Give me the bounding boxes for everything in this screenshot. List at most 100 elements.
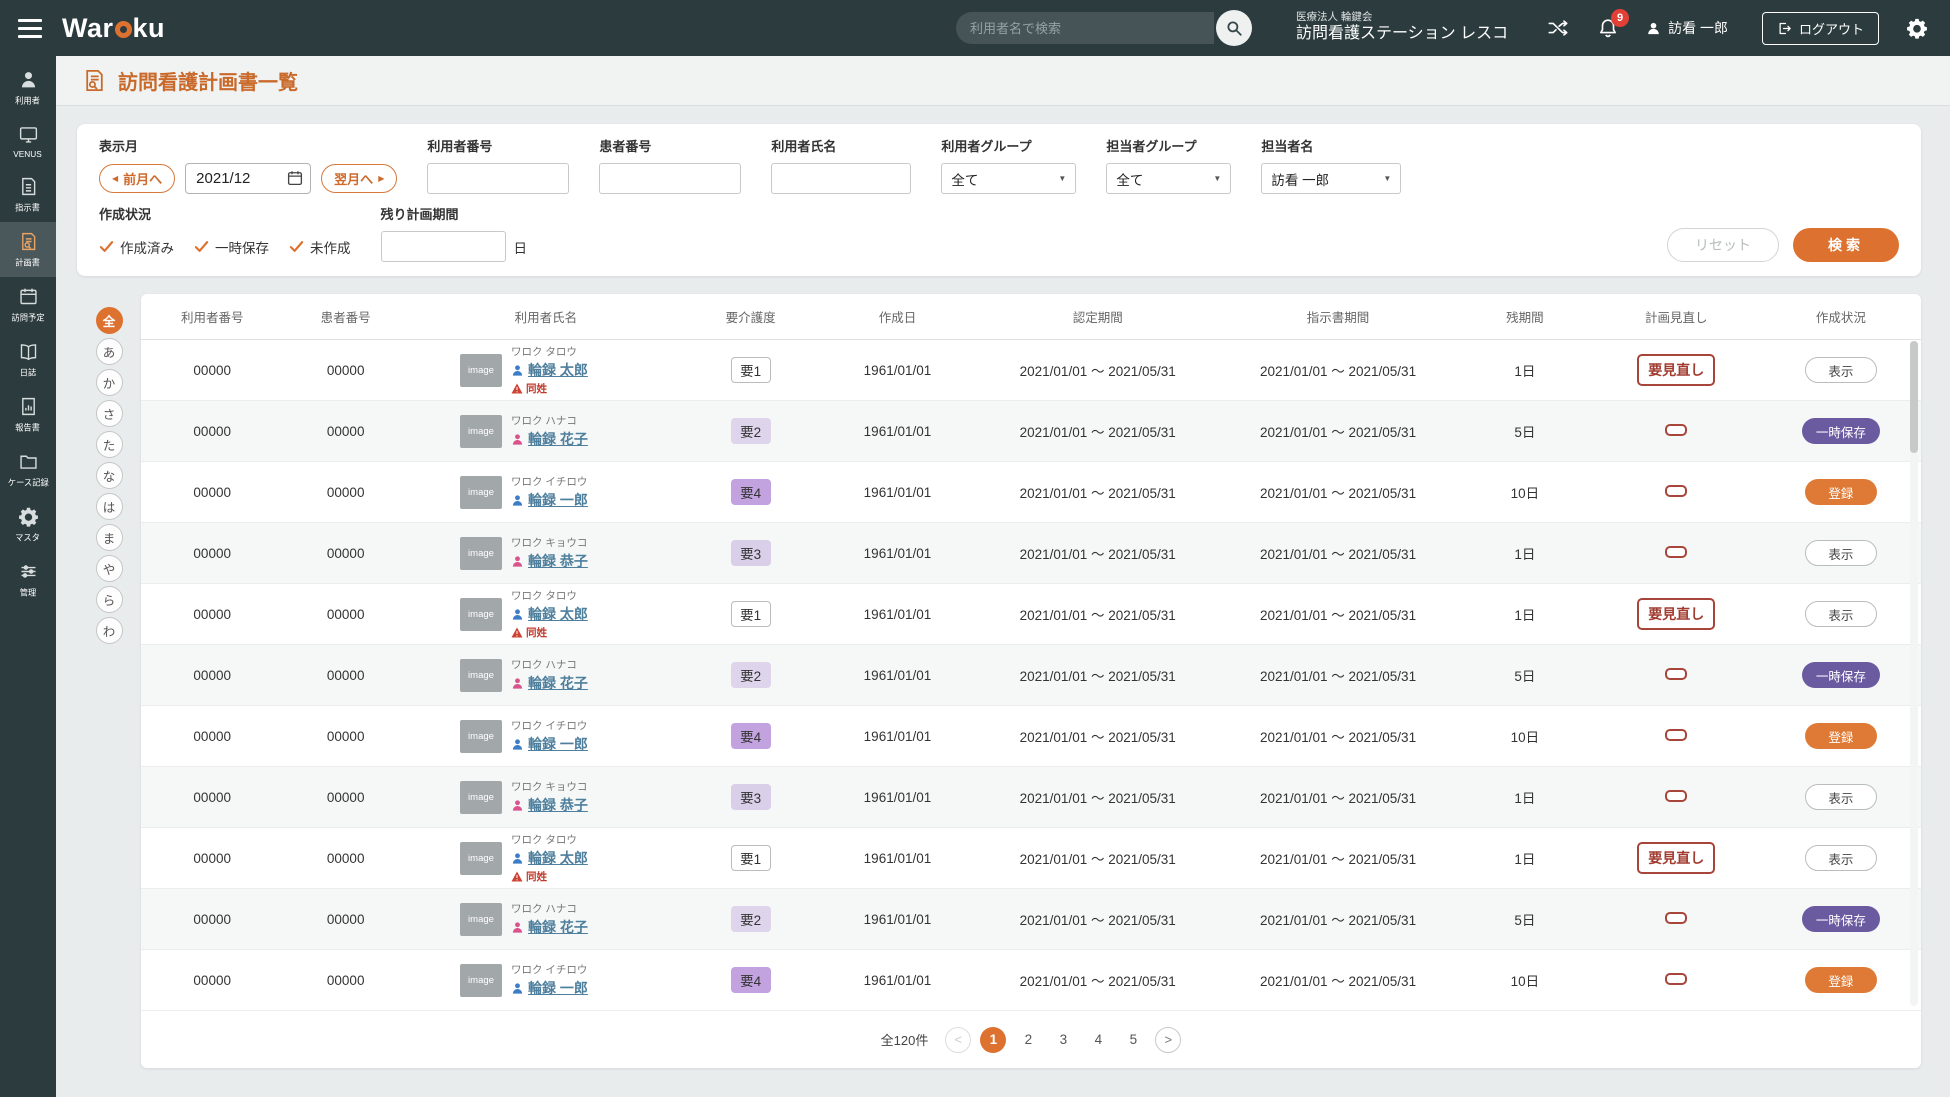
shuffle-icon: [1546, 17, 1570, 39]
status-button[interactable]: 登録: [1805, 967, 1877, 993]
filter-search-button[interactable]: 検索: [1793, 228, 1899, 262]
current-user[interactable]: 訪看 一郎: [1646, 18, 1728, 38]
user-name-link[interactable]: 輪録 一郎: [528, 978, 588, 998]
sidebar-item-journal[interactable]: 日誌: [0, 332, 56, 387]
status-filter-draft-checkbox[interactable]: 一時保存: [194, 237, 269, 257]
pagination-page-5[interactable]: 5: [1120, 1027, 1146, 1053]
pagination-next-button[interactable]: >: [1155, 1027, 1181, 1053]
same-name-warning: 同姓: [511, 381, 588, 396]
sidebar-item-visit-schedule[interactable]: 訪問予定: [0, 277, 56, 332]
status-button[interactable]: 登録: [1805, 479, 1877, 505]
reset-button[interactable]: リセット: [1667, 228, 1779, 262]
kana-filter-button[interactable]: わ: [96, 617, 123, 644]
remaining-days-cell: 10日: [1458, 726, 1592, 746]
care-level-cell: 要1: [684, 845, 818, 871]
gender-icon: [511, 364, 524, 377]
pagination-page-1[interactable]: 1: [980, 1027, 1006, 1053]
status-button[interactable]: 表示: [1805, 540, 1877, 566]
user-name-link[interactable]: 輪録 太郎: [528, 360, 588, 380]
user-name-link[interactable]: 輪録 一郎: [528, 734, 588, 754]
plan-review-cell: [1592, 790, 1761, 805]
status-filter-not-created-checkbox[interactable]: 未作成: [289, 237, 351, 257]
monitor-icon: [18, 124, 39, 145]
status-button[interactable]: 表示: [1805, 601, 1877, 627]
kana-filter-button[interactable]: た: [96, 431, 123, 458]
status-button[interactable]: 表示: [1805, 357, 1877, 383]
review-badge: [1665, 485, 1687, 497]
status-button[interactable]: 表示: [1805, 845, 1877, 871]
switch-station-button[interactable]: [1546, 17, 1570, 39]
kana-filter-button[interactable]: か: [96, 369, 123, 396]
user-name-link[interactable]: 輪録 太郎: [528, 604, 588, 624]
kana-filter-button[interactable]: 全: [96, 307, 123, 334]
user-name-link[interactable]: 輪録 花子: [528, 917, 588, 937]
pagination-page-2[interactable]: 2: [1015, 1027, 1041, 1053]
status-button[interactable]: 一時保存: [1802, 906, 1880, 932]
user-name-group: 利用者氏名: [771, 136, 911, 194]
review-badge: [1665, 912, 1687, 924]
notifications-button[interactable]: 9: [1597, 17, 1619, 39]
settings-button[interactable]: [1906, 17, 1928, 39]
sidebar-item-venus[interactable]: VENUS: [0, 115, 56, 167]
next-month-button[interactable]: 翌月へ ▶: [321, 164, 397, 193]
kana-filter-button[interactable]: あ: [96, 338, 123, 365]
month-input[interactable]: [185, 163, 311, 194]
user-name-link[interactable]: 輪録 太郎: [528, 848, 588, 868]
prev-month-button[interactable]: ◀ 前月へ: [99, 164, 175, 193]
sidebar-item-case-records[interactable]: ケース記録: [0, 442, 56, 497]
user-name-link[interactable]: 輪録 恭子: [528, 795, 588, 815]
user-name-cell: image ワロク タロウ 輪録 太郎 同姓: [408, 588, 684, 640]
sidebar-item-master[interactable]: マスタ: [0, 497, 56, 552]
kana-filter-button[interactable]: ま: [96, 524, 123, 551]
review-badge: [1665, 424, 1687, 436]
staff-group-select[interactable]: 全て ▼: [1106, 163, 1231, 194]
pagination-prev-button[interactable]: <: [945, 1027, 971, 1053]
sidebar-item-admin[interactable]: 管理: [0, 552, 56, 607]
kana-filter-button[interactable]: ら: [96, 586, 123, 613]
user-group-select[interactable]: 全て ▼: [941, 163, 1076, 194]
logout-button[interactable]: ログアウト: [1762, 12, 1879, 45]
menu-icon[interactable]: [18, 19, 42, 38]
remaining-period-input[interactable]: [381, 231, 506, 262]
sidebar-item-care-plans[interactable]: 計画書: [0, 222, 56, 277]
user-name-link[interactable]: 輪録 花子: [528, 673, 588, 693]
status-button[interactable]: 一時保存: [1802, 662, 1880, 688]
user-number-input[interactable]: [427, 163, 569, 194]
review-badge: [1665, 790, 1687, 802]
kana-filter-button[interactable]: や: [96, 555, 123, 582]
status-button[interactable]: 一時保存: [1802, 418, 1880, 444]
user-name-link[interactable]: 輪録 恭子: [528, 551, 588, 571]
status-button[interactable]: 登録: [1805, 723, 1877, 749]
sidebar-item-users[interactable]: 利用者: [0, 60, 56, 115]
staff-name-select[interactable]: 訪看 一郎 ▼: [1261, 163, 1401, 194]
col-header-patient-number: 患者番号: [283, 307, 408, 326]
status-cell: 表示: [1761, 540, 1921, 566]
table-scrollbar[interactable]: [1910, 341, 1918, 1006]
created-date-cell: 1961/01/01: [817, 729, 977, 744]
patient-number-input[interactable]: [599, 163, 741, 194]
sliders-icon: [18, 561, 39, 582]
kana-filter-button[interactable]: は: [96, 493, 123, 520]
user-name-link[interactable]: 輪録 花子: [528, 429, 588, 449]
sidebar-item-label: マスタ: [16, 532, 41, 544]
plan-review-cell: [1592, 424, 1761, 439]
user-name-link[interactable]: 輪録 一郎: [528, 490, 588, 510]
status-filter-created-checkbox[interactable]: 作成済み: [99, 237, 174, 257]
pagination-page-3[interactable]: 3: [1050, 1027, 1076, 1053]
patient-number-cell: 00000: [283, 851, 408, 866]
user-photo-placeholder: image: [460, 354, 502, 387]
user-name-cell: image ワロク ハナコ 輪録 花子: [408, 657, 684, 693]
scrollbar-thumb[interactable]: [1910, 341, 1918, 453]
search-button[interactable]: [1216, 10, 1252, 46]
sidebar-item-instructions[interactable]: 指示書: [0, 167, 56, 222]
status-button[interactable]: 表示: [1805, 784, 1877, 810]
search-input[interactable]: [956, 12, 1214, 44]
user-name-input[interactable]: [771, 163, 911, 194]
sidebar-item-reports[interactable]: 報告書: [0, 387, 56, 442]
kana-filter-button[interactable]: さ: [96, 400, 123, 427]
search-icon: [1225, 19, 1243, 37]
user-icon: [18, 69, 39, 90]
sidebar-item-label: VENUS: [14, 149, 43, 158]
kana-filter-button[interactable]: な: [96, 462, 123, 489]
pagination-page-4[interactable]: 4: [1085, 1027, 1111, 1053]
